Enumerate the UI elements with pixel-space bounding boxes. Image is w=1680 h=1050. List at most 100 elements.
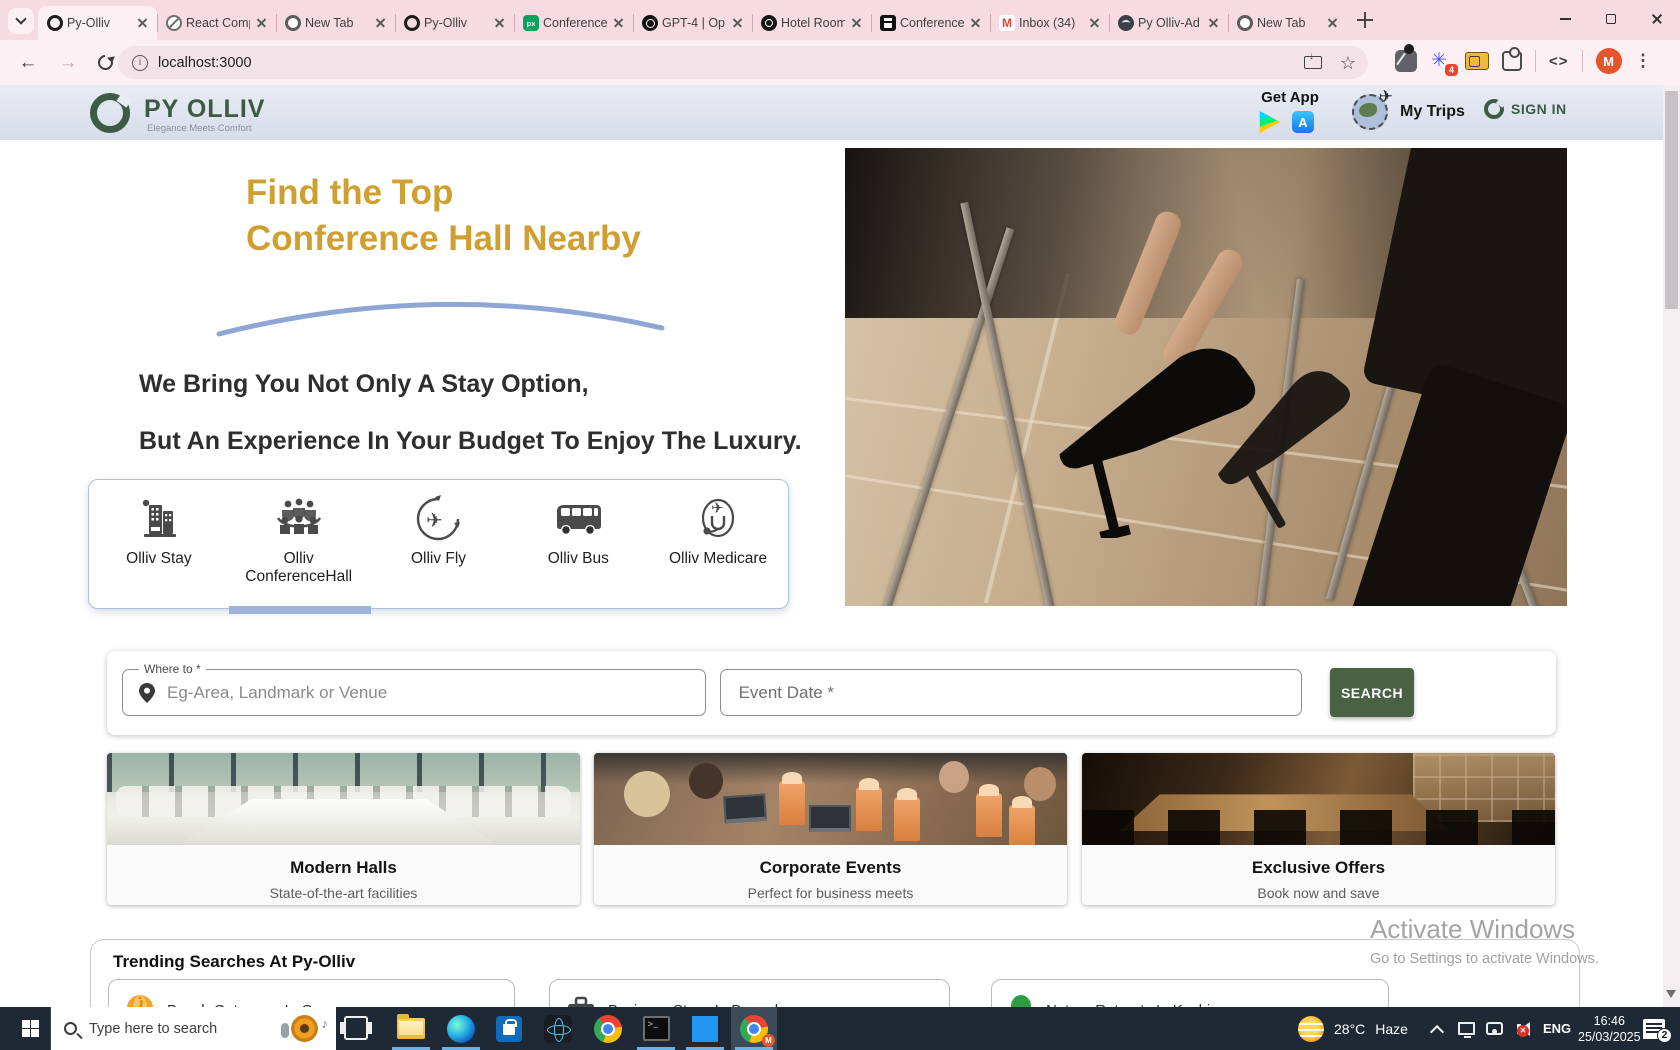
gift-bag <box>1009 805 1035 845</box>
tab-conference-pexels[interactable]: Conference <box>514 6 633 40</box>
window-controls <box>1542 0 1680 38</box>
file-explorer-icon[interactable] <box>388 1007 434 1050</box>
url-text[interactable]: localhost:3000 <box>158 55 252 71</box>
language-indicator[interactable]: ENG <box>1543 1007 1571 1050</box>
feature-card-modern-halls[interactable]: Modern Halls State-of-the-art facilities <box>107 753 580 905</box>
terminal-icon[interactable] <box>633 1007 679 1050</box>
event-date-input[interactable] <box>737 682 1301 704</box>
pyolliv-logo-icon[interactable] <box>90 93 130 133</box>
tab-close-icon[interactable] <box>254 15 270 31</box>
tab-close-icon[interactable] <box>968 15 984 31</box>
task-view-icon[interactable] <box>344 1016 368 1040</box>
tab-close-icon[interactable] <box>492 15 508 31</box>
sign-in-button[interactable]: SIGN IN <box>1484 99 1567 119</box>
microphone-icon <box>281 1023 289 1038</box>
vscode-icon[interactable] <box>682 1007 728 1050</box>
tab-new-tab-1[interactable]: New Tab <box>276 6 395 40</box>
burst-extension-icon[interactable]: 4 <box>1430 50 1452 72</box>
extensions-area: 4 M <box>1395 48 1652 74</box>
maximize-button[interactable] <box>1588 0 1634 38</box>
cast-tray-icon[interactable] <box>1486 1007 1503 1050</box>
site-info-icon[interactable] <box>132 55 148 71</box>
tab-conference-unsplash[interactable]: Conference <box>871 6 990 40</box>
service-olliv-stay[interactable]: Olliv Stay <box>89 480 229 568</box>
tab-new-tab-2[interactable]: New Tab <box>1228 6 1347 40</box>
tab-close-icon[interactable] <box>1087 15 1103 31</box>
sign-in-label: SIGN IN <box>1511 101 1567 117</box>
start-button[interactable] <box>10 1007 50 1050</box>
weather-widget[interactable]: 28°C Haze <box>1298 1007 1408 1050</box>
network-tray-icon[interactable] <box>1458 1007 1475 1050</box>
where-to-input[interactable] <box>165 682 705 704</box>
dark-chairs <box>1082 810 1555 845</box>
hotel-favicon <box>761 15 777 31</box>
scroll-down-arrow-icon[interactable] <box>1666 990 1676 1003</box>
feature-card-corporate-events[interactable]: Corporate Events Perfect for business me… <box>594 753 1067 905</box>
app-store-icon[interactable] <box>1292 111 1314 133</box>
forward-icon[interactable]: → <box>56 52 80 74</box>
person-head <box>939 761 969 793</box>
reload-icon[interactable] <box>95 52 116 73</box>
high-heels-silhouette <box>1015 298 1395 538</box>
page-scrollbar[interactable] <box>1663 85 1680 1007</box>
google-play-icon[interactable] <box>1258 111 1280 133</box>
browser-menu-icon[interactable] <box>1635 51 1652 71</box>
volume-muted-icon[interactable] <box>1513 1007 1530 1050</box>
location-pin-icon <box>139 683 155 703</box>
event-date-field[interactable] <box>720 669 1302 716</box>
back-icon[interactable]: ← <box>16 52 40 74</box>
profile-avatar[interactable]: M <box>1596 48 1622 74</box>
notification-center[interactable]: 2 <box>1643 1007 1665 1050</box>
pyolliv-admin-favicon <box>1118 15 1134 31</box>
tab-inbox[interactable]: Inbox (34) <box>990 6 1109 40</box>
tab-py-olliv-1[interactable]: Py-Olliv <box>38 6 157 40</box>
chrome-profile-icon[interactable] <box>585 1007 631 1050</box>
microsoft-store-icon[interactable] <box>486 1007 532 1050</box>
folder-extension-icon[interactable] <box>1465 52 1489 70</box>
tab-close-icon[interactable] <box>135 15 151 31</box>
install-app-icon[interactable] <box>1304 56 1322 69</box>
edge-icon[interactable] <box>438 1007 484 1050</box>
search-button[interactable]: SEARCH <box>1330 668 1414 717</box>
close-button[interactable] <box>1634 0 1680 38</box>
toolbar-separator <box>1582 50 1583 72</box>
taskbar-search[interactable]: Type here to search <box>50 1007 336 1050</box>
tab-close-icon[interactable] <box>373 15 389 31</box>
tab-hotel-room[interactable]: Hotel Room <box>752 6 871 40</box>
tray-chevron[interactable] <box>1432 1007 1442 1050</box>
clock-widget[interactable]: 16:46 25/03/2025 <box>1578 1007 1641 1050</box>
tab-gpt4[interactable]: GPT-4 | Op <box>633 6 752 40</box>
service-olliv-fly[interactable]: ✈ Olliv Fly <box>369 480 509 568</box>
service-olliv-bus[interactable]: Olliv Bus <box>508 480 648 568</box>
service-olliv-medicare[interactable]: ✈ Olliv Medicare <box>648 480 788 568</box>
new-tab-button[interactable] <box>1356 11 1374 29</box>
devtools-code-icon[interactable] <box>1549 53 1569 70</box>
tab-close-icon[interactable] <box>730 15 746 31</box>
brand-name[interactable]: PY OLLIV <box>144 95 265 124</box>
search-panel: Where to * SEARCH <box>107 651 1556 735</box>
scrollbar-thumb[interactable] <box>1665 91 1678 309</box>
bookmark-star-icon[interactable] <box>1340 54 1356 72</box>
tab-close-icon[interactable] <box>849 15 865 31</box>
tab-py-olliv-admin[interactable]: Py Olliv-Ad <box>1109 6 1228 40</box>
my-trips-globe-icon[interactable] <box>1352 94 1388 130</box>
tab-search-button[interactable] <box>8 8 34 34</box>
tab-py-olliv-2[interactable]: Py-Olliv <box>395 6 514 40</box>
tab-close-icon[interactable] <box>611 15 627 31</box>
modern-halls-image <box>107 753 580 845</box>
tab-close-icon[interactable] <box>1325 15 1341 31</box>
corporate-events-image <box>594 753 1067 845</box>
pin-extension-icon[interactable] <box>1395 50 1417 72</box>
where-to-field[interactable]: Where to * <box>122 669 706 716</box>
tab-react-comp[interactable]: React Comp <box>157 6 276 40</box>
chrome-active-icon[interactable]: M <box>731 1007 777 1050</box>
react-app-icon[interactable] <box>535 1007 581 1050</box>
address-bar[interactable]: localhost:3000 <box>118 46 1368 79</box>
extensions-puzzle-icon[interactable] <box>1502 51 1522 71</box>
feature-card-exclusive-offers[interactable]: Exclusive Offers Book now and save <box>1082 753 1555 905</box>
minimize-button[interactable] <box>1542 0 1588 38</box>
my-trips-link[interactable]: My Trips <box>1400 103 1465 121</box>
tab-close-icon[interactable] <box>1206 15 1222 31</box>
service-olliv-conferencehall[interactable]: Olliv ConferenceHall <box>229 480 369 586</box>
browser-tabstrip: Py-Olliv React Comp New Tab Py-Olliv Con <box>0 0 1680 40</box>
